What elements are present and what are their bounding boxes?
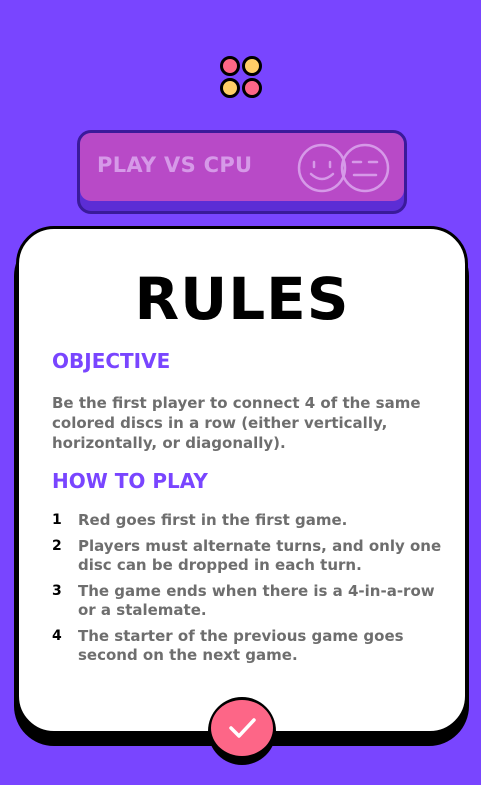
rule-step-number: 3 <box>52 583 62 599</box>
play-vs-cpu-button[interactable]: PLAY VS CPU <box>77 130 407 214</box>
rule-step-text: The starter of the previous game goes se… <box>78 627 404 664</box>
rule-step-number: 2 <box>52 538 62 554</box>
play-vs-cpu-label: PLAY VS CPU <box>97 153 253 177</box>
rule-step: 1 Red goes first in the first game. <box>52 511 442 530</box>
confirm-button-face[interactable] <box>211 700 273 756</box>
logo-disc-yellow <box>242 56 262 76</box>
rules-title: RULES <box>134 265 350 333</box>
logo-disc-red <box>242 78 262 98</box>
rule-step: 2 Players must alternate turns, and only… <box>52 537 442 575</box>
check-icon <box>229 718 256 738</box>
four-discs-logo-icon <box>220 56 264 100</box>
logo-disc-red <box>220 56 240 76</box>
objective-heading: OBJECTIVE <box>52 349 171 373</box>
logo-disc-yellow <box>220 78 240 98</box>
rule-step: 3 The game ends when there is a 4-in-a-r… <box>52 582 442 620</box>
rule-step-number: 4 <box>52 628 62 644</box>
rule-step-text: Players must alternate turns, and only o… <box>78 537 442 574</box>
how-to-play-heading: HOW TO PLAY <box>52 469 208 493</box>
rule-step-number: 1 <box>52 512 62 528</box>
neutral-face-icon <box>340 143 390 193</box>
rule-step-text: Red goes first in the first game. <box>78 511 348 529</box>
play-vs-cpu-button-face[interactable]: PLAY VS CPU <box>80 133 404 201</box>
rule-step: 4 The starter of the previous game goes … <box>52 627 442 665</box>
rule-step-text: The game ends when there is a 4-in-a-row… <box>78 582 435 619</box>
how-to-play-list: 1 Red goes first in the first game. 2 Pl… <box>52 511 442 672</box>
rules-card: RULES OBJECTIVE Be the first player to c… <box>16 226 468 734</box>
confirm-button[interactable] <box>208 697 276 765</box>
objective-text: Be the first player to connect 4 of the … <box>52 394 421 452</box>
